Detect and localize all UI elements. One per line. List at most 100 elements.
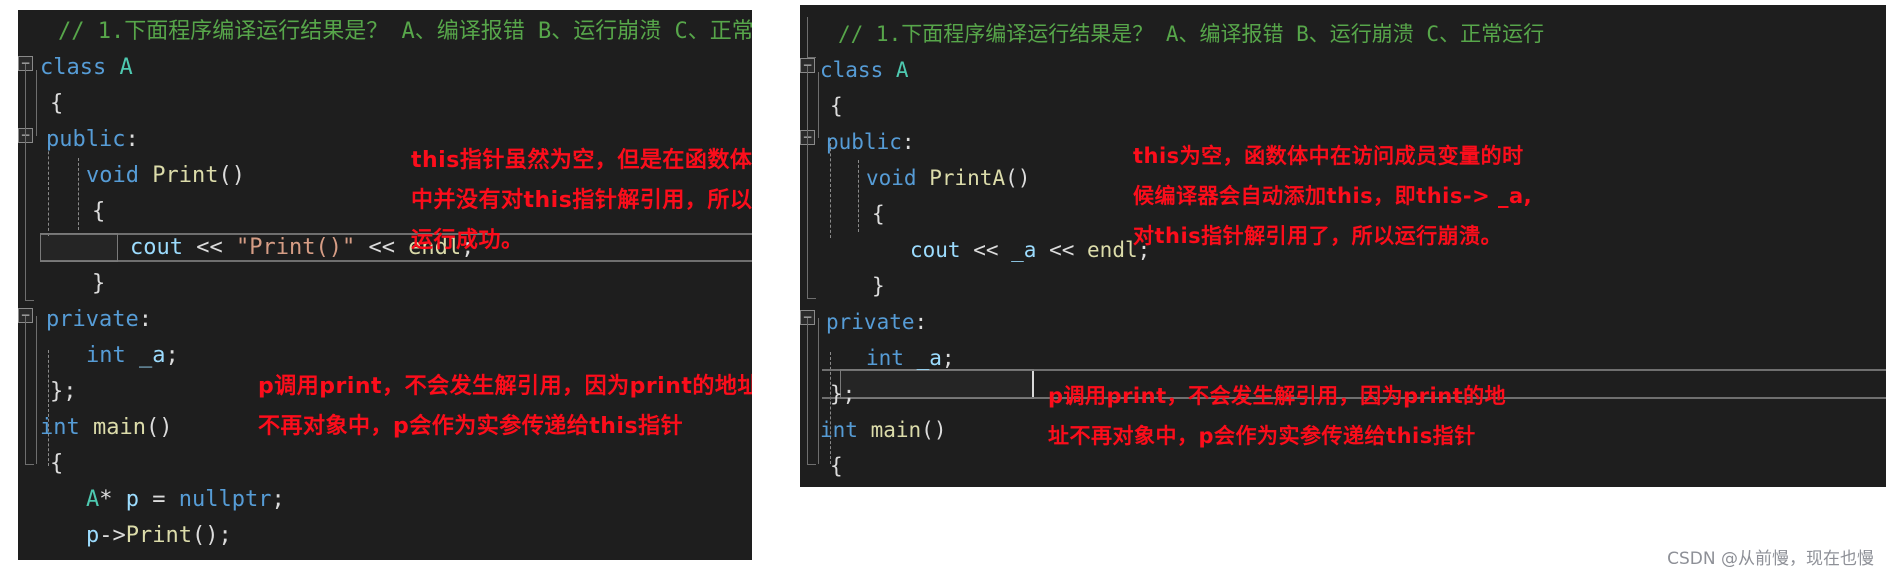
code-token: PrintA bbox=[929, 166, 1006, 190]
code-token: ; bbox=[941, 346, 955, 370]
code-token: : bbox=[138, 307, 152, 332]
right-annotation-line-3: 对this指针解引用了，所以运行崩溃。 bbox=[1133, 224, 1503, 248]
left-annotation-line-5: 不再对象中，p会作为实参传递给this指针 bbox=[258, 414, 684, 439]
code-token: p bbox=[125, 487, 139, 512]
code-line[interactable]: return 0; bbox=[86, 554, 205, 560]
code-token: } bbox=[92, 271, 106, 296]
code-line[interactable]: p->Print(); bbox=[86, 518, 232, 554]
scope-guide-main-right bbox=[807, 318, 816, 465]
scope-guide-main-left bbox=[36, 316, 37, 464]
left-code-area[interactable]: − − − // 1.下面程序编译运行结果是？ A、编译报错 B、运行崩溃 C、… bbox=[18, 10, 752, 560]
code-token: }; bbox=[50, 379, 77, 404]
code-line[interactable]: int _a; bbox=[86, 338, 179, 374]
right-annotation-line-4: p调用print，不会发生解引用，因为print的地 bbox=[1048, 384, 1507, 408]
code-line[interactable]: } bbox=[92, 266, 105, 302]
code-token: * bbox=[99, 487, 126, 512]
csdn-watermark: CSDN @从前慢，现在也慢 bbox=[1667, 549, 1874, 569]
code-token: { bbox=[872, 202, 885, 226]
code-token: } bbox=[872, 274, 885, 298]
code-line[interactable]: A* p = nullptr; bbox=[866, 484, 1056, 487]
code-line[interactable]: { bbox=[872, 196, 885, 232]
code-line[interactable]: int _a; bbox=[866, 340, 955, 376]
code-line[interactable]: private: bbox=[46, 302, 152, 338]
code-token: public bbox=[826, 130, 902, 154]
code-token: cout bbox=[910, 238, 974, 262]
code-line[interactable]: // 1.下面程序编译运行结果是？ A、编译报错 B、运行崩溃 C、正常运行 bbox=[58, 14, 752, 50]
code-token: A bbox=[895, 58, 909, 82]
indent-guide-main-body bbox=[48, 350, 49, 466]
code-token: () bbox=[145, 415, 173, 440]
code-token: int bbox=[40, 415, 80, 440]
code-token: : bbox=[125, 127, 139, 152]
code-line[interactable]: }; bbox=[830, 376, 855, 412]
code-line[interactable]: { bbox=[50, 446, 63, 482]
code-line[interactable]: { bbox=[50, 86, 63, 122]
code-token: { bbox=[50, 451, 64, 476]
code-token: << bbox=[1036, 238, 1088, 262]
code-line[interactable]: { bbox=[830, 88, 843, 124]
code-token: _a bbox=[139, 343, 166, 368]
code-token: () bbox=[218, 163, 245, 188]
right-annotation-line-2: 候编译器会自动添加this，即this-> _a, bbox=[1133, 184, 1533, 208]
code-line[interactable]: // 1.下面程序编译运行结果是？ A、编译报错 B、运行崩溃 C、正常运行 bbox=[838, 16, 1544, 52]
code-line[interactable]: cout << _a << endl; bbox=[910, 232, 1150, 268]
code-token: = bbox=[139, 487, 179, 512]
code-token: private bbox=[46, 307, 139, 332]
right-code-editor-panel[interactable]: − − − // 1.下面程序编译运行结果是？ A、编译报错 B、运行崩溃 C、… bbox=[800, 5, 1886, 487]
right-annotation-line-1: this为空，函数体中在访问成员变量的时 bbox=[1133, 144, 1524, 168]
code-token: << bbox=[973, 238, 1012, 262]
code-token: -> bbox=[99, 523, 126, 548]
code-line[interactable]: private: bbox=[826, 304, 927, 340]
left-code-editor-panel[interactable]: − − − // 1.下面程序编译运行结果是？ A、编译报错 B、运行崩溃 C、… bbox=[18, 10, 752, 560]
code-token: 0 bbox=[179, 559, 192, 560]
code-line[interactable]: { bbox=[830, 448, 843, 484]
code-token: _a bbox=[916, 346, 942, 370]
code-token: void bbox=[86, 163, 139, 188]
code-line[interactable]: } bbox=[872, 268, 885, 304]
code-line[interactable]: class A bbox=[820, 52, 909, 88]
code-token: endl bbox=[1087, 238, 1138, 262]
code-line[interactable]: A* p = nullptr; bbox=[86, 482, 285, 518]
code-token: class bbox=[40, 55, 107, 80]
code-token: private bbox=[826, 310, 915, 334]
code-line[interactable]: public: bbox=[826, 124, 915, 160]
right-code-area[interactable]: − − − // 1.下面程序编译运行结果是？ A、编译报错 B、运行崩溃 C、… bbox=[800, 5, 1886, 487]
code-token: Print bbox=[125, 523, 192, 548]
code-token: }; bbox=[830, 382, 856, 406]
code-line[interactable]: int main() bbox=[820, 412, 946, 448]
scope-guide-class-right bbox=[807, 66, 816, 299]
code-line[interactable]: { bbox=[92, 194, 105, 230]
code-token: { bbox=[830, 454, 843, 478]
code-token: // 1.下面程序编译运行结果是？ A、编译报错 B、运行崩溃 C、正常运行 bbox=[58, 19, 752, 44]
code-line[interactable]: void PrintA() bbox=[866, 160, 1030, 196]
code-line[interactable]: void Print() bbox=[86, 158, 245, 194]
code-token: << bbox=[196, 235, 236, 260]
scope-guide-main-left-right bbox=[818, 318, 819, 464]
code-line[interactable]: class A bbox=[40, 50, 133, 86]
code-token: { bbox=[50, 91, 64, 116]
left-annotation-line-2: 中并没有对this指针解引用，所以 bbox=[411, 188, 752, 213]
text-caret bbox=[1032, 371, 1034, 397]
code-token: { bbox=[92, 199, 106, 224]
code-token: : bbox=[914, 310, 928, 334]
code-token: main bbox=[93, 415, 146, 440]
right-annotation-line-5: 址不再对象中，p会作为实参传递给this指针 bbox=[1048, 424, 1476, 448]
code-token: () bbox=[1005, 166, 1031, 190]
code-line[interactable]: int main() bbox=[40, 410, 172, 446]
code-line[interactable]: }; bbox=[50, 374, 77, 410]
scope-guide-comment-right bbox=[807, 17, 816, 58]
code-token: (); bbox=[191, 523, 232, 548]
code-token: A bbox=[86, 487, 100, 512]
code-token: class bbox=[820, 58, 884, 82]
scope-guide-public bbox=[36, 70, 37, 136]
code-token: Print bbox=[152, 163, 219, 188]
code-token: ; bbox=[192, 559, 205, 560]
code-line[interactable]: public: bbox=[46, 122, 139, 158]
code-token: _a bbox=[1011, 238, 1037, 262]
